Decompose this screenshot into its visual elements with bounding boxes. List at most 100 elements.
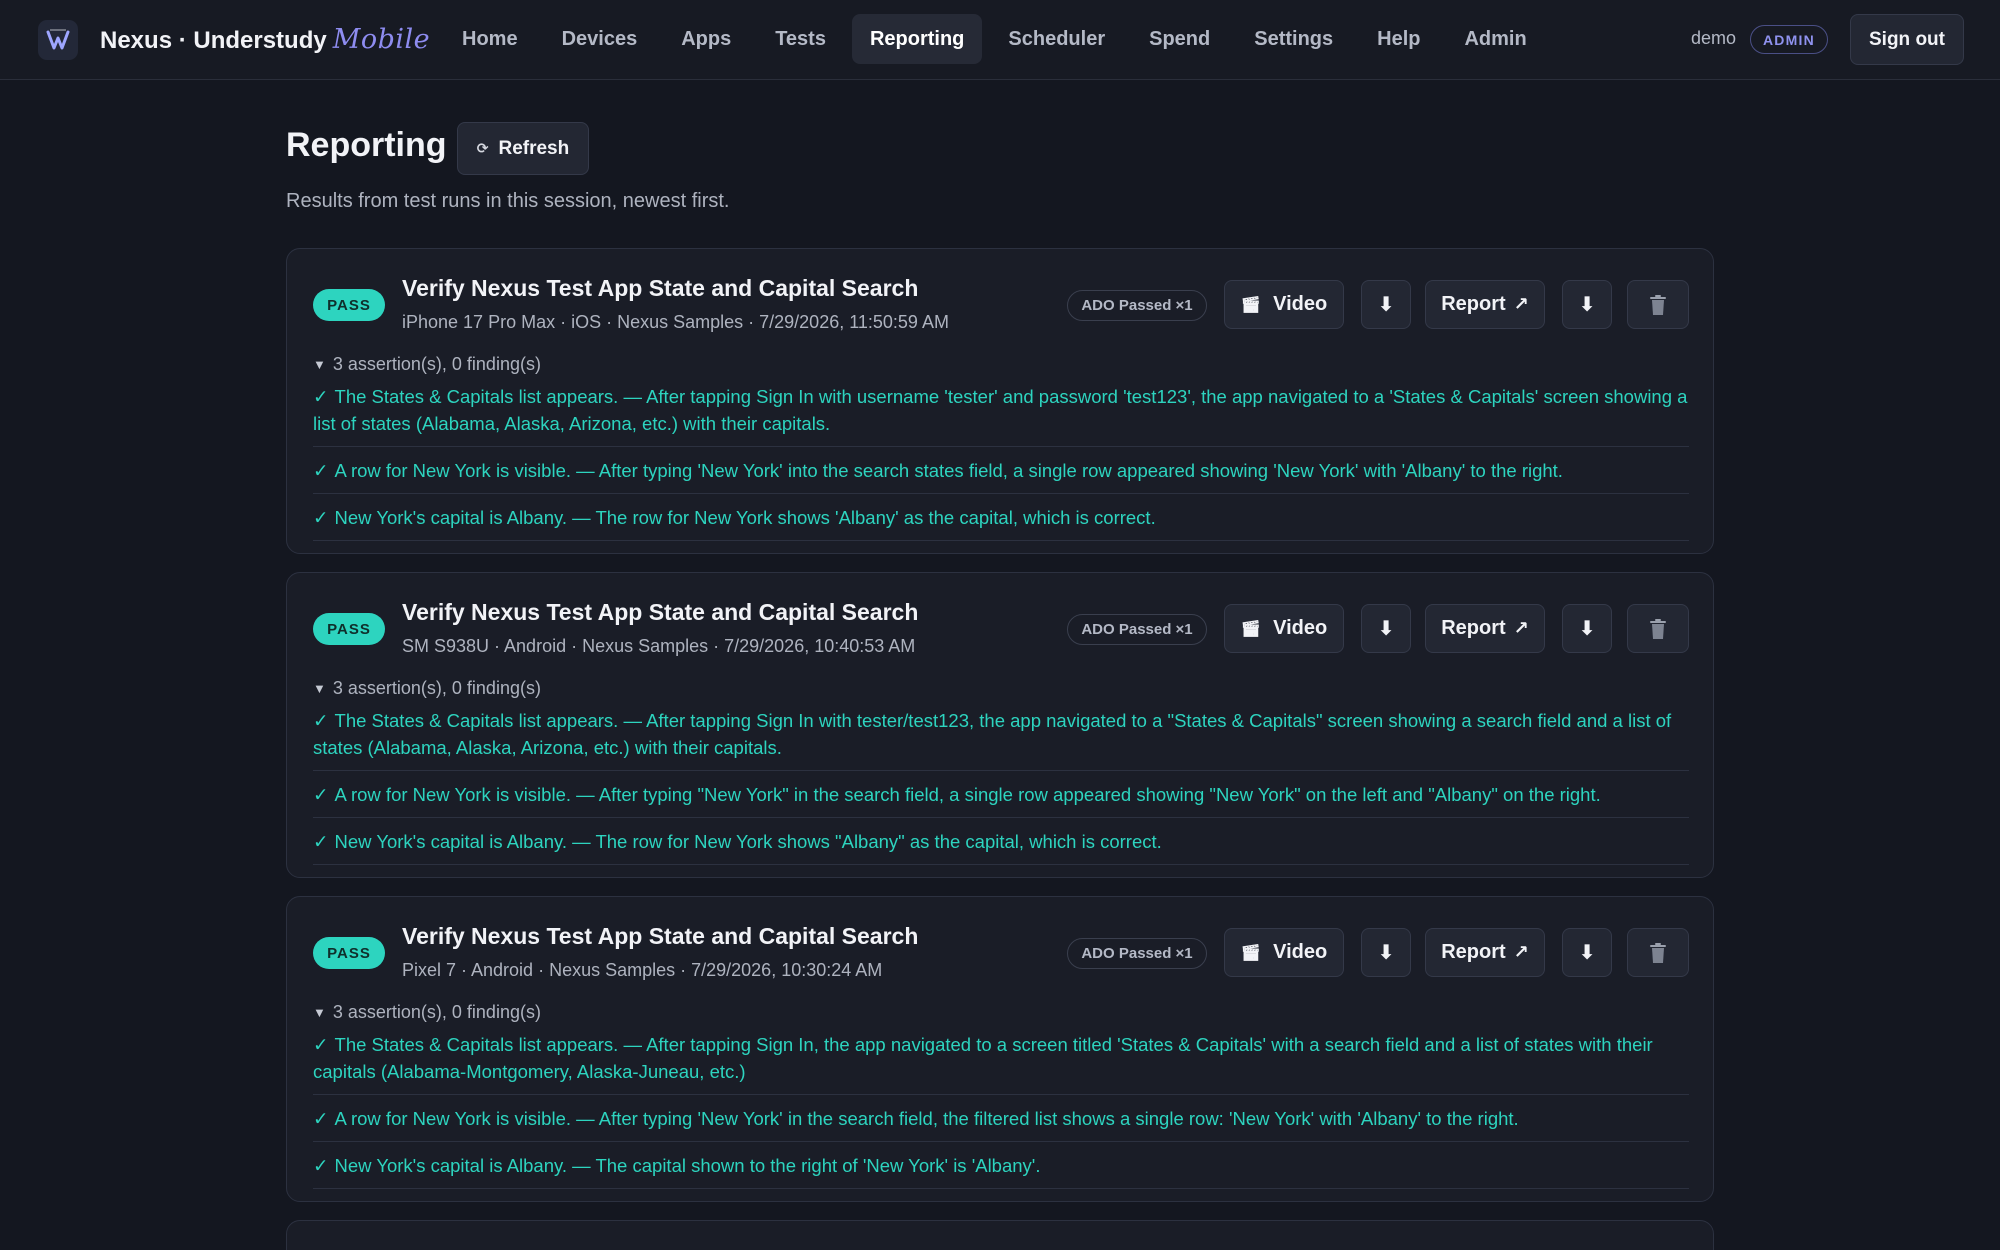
- download-icon: ⬇: [1377, 618, 1395, 640]
- assertion-summary-toggle[interactable]: ▼ 3 assertion(s), 0 finding(s): [313, 1002, 541, 1023]
- assertion-item: ✓ A row for New York is visible. — After …: [313, 447, 1689, 494]
- check-icon: ✓: [313, 460, 329, 481]
- trash-icon: [1650, 942, 1666, 963]
- result-title: Verify Nexus Test App State and Capital …: [402, 923, 919, 949]
- check-icon: ✓: [313, 386, 329, 407]
- check-icon: ✓: [313, 710, 329, 731]
- result-meta: SM S938U · Android · Nexus Samples · 7/2…: [402, 636, 916, 656]
- nav-link-tests[interactable]: Tests: [757, 14, 844, 64]
- nav-link-devices[interactable]: Devices: [544, 14, 656, 64]
- nav-link-reporting[interactable]: Reporting: [851, 14, 983, 64]
- nav-link-home[interactable]: Home: [444, 14, 536, 64]
- assertion-item: ✓ The States & Capitals list appears. — A…: [313, 1027, 1689, 1095]
- assertion-summary-toggle[interactable]: ▼ 3 assertion(s), 0 finding(s): [313, 678, 541, 699]
- clapperboard-icon: 🎬︎: [1240, 620, 1262, 638]
- download-video-button[interactable]: ⬇: [1361, 280, 1411, 329]
- check-icon: ✓: [313, 1155, 329, 1176]
- result-meta: Pixel 7 · Android · Nexus Samples · 7/29…: [402, 960, 883, 980]
- ado-badge: ADO Passed ×1: [1067, 614, 1207, 645]
- sign-out-button[interactable]: Sign out: [1850, 14, 1964, 65]
- check-icon: ✓: [313, 1034, 329, 1055]
- nav-links: Home Devices Apps Tests Reporting Schedu…: [444, 14, 1553, 64]
- top-nav: Nexus · Understudy Mobile Home Devices A…: [0, 0, 2000, 80]
- nav-link-help[interactable]: Help: [1359, 14, 1438, 64]
- video-button[interactable]: 🎬︎ Video: [1224, 928, 1344, 977]
- download-icon: ⬇: [1578, 942, 1596, 964]
- assertion-item: ✓ The States & Capitals list appears. — A…: [313, 379, 1689, 447]
- page-title: Reporting: [286, 126, 447, 164]
- status-badge: PASS: [313, 289, 385, 321]
- nav-link-admin[interactable]: Admin: [1446, 14, 1544, 64]
- video-label: Video: [1273, 293, 1328, 315]
- video-button[interactable]: 🎬︎ Video: [1224, 280, 1344, 329]
- nav-link-settings[interactable]: Settings: [1236, 14, 1351, 64]
- check-icon: ✓: [313, 1108, 329, 1129]
- trash-icon: [1650, 294, 1666, 315]
- report-label: Report: [1441, 617, 1506, 639]
- refresh-button[interactable]: ⟳ Refresh: [457, 122, 589, 175]
- result-card: PASS Verify Nexus Test App State and Cap…: [286, 248, 1714, 554]
- external-link-icon: ↗: [1513, 294, 1529, 314]
- assertion-list: ✓ The States & Capitals list appears. — A…: [313, 703, 1689, 865]
- download-report-button[interactable]: ⬇: [1562, 280, 1612, 329]
- brand-name: Nexus · Understudy: [100, 27, 327, 54]
- refresh-label: Refresh: [498, 137, 570, 159]
- assertion-list: ✓ The States & Capitals list appears. — A…: [313, 1027, 1689, 1189]
- status-badge: PASS: [313, 613, 385, 645]
- assertion-item: ✓ New York's capital is Albany. — The cap…: [313, 1142, 1689, 1189]
- app-logo-icon[interactable]: [38, 20, 78, 60]
- trash-icon: [1650, 618, 1666, 639]
- brand-accent: Mobile: [332, 24, 431, 55]
- download-icon: ⬇: [1377, 294, 1395, 316]
- download-video-button[interactable]: ⬇: [1361, 928, 1411, 977]
- delete-button[interactable]: [1627, 928, 1689, 977]
- report-label: Report: [1441, 941, 1506, 963]
- caret-down-icon: ▼: [313, 1005, 326, 1020]
- assertion-list: ✓ The States & Capitals list appears. — A…: [313, 379, 1689, 541]
- assertion-summary: 3 assertion(s), 0 finding(s): [332, 1002, 541, 1022]
- delete-button[interactable]: [1627, 280, 1689, 329]
- result-card: PASS Verify Nexus Test App State and Cap…: [286, 572, 1714, 878]
- download-report-button[interactable]: ⬇: [1562, 928, 1612, 977]
- ado-badge: ADO Passed ×1: [1067, 938, 1207, 969]
- download-icon: ⬇: [1578, 618, 1596, 640]
- check-icon: ✓: [313, 784, 329, 805]
- download-video-button[interactable]: ⬇: [1361, 604, 1411, 653]
- nav-link-apps[interactable]: Apps: [663, 14, 749, 64]
- brand-title[interactable]: Nexus · Understudy Mobile: [100, 24, 430, 56]
- delete-button[interactable]: [1627, 604, 1689, 653]
- role-badge: ADMIN: [1750, 25, 1828, 54]
- nav-link-spend[interactable]: Spend: [1131, 14, 1228, 64]
- check-icon: ✓: [313, 507, 329, 528]
- assertion-item: ✓ New York's capital is Albany. — The row…: [313, 818, 1689, 865]
- report-button[interactable]: Report ↗: [1425, 928, 1545, 977]
- external-link-icon: ↗: [1513, 618, 1529, 638]
- result-title: Verify Nexus Test App State and Capital …: [402, 599, 919, 625]
- status-badge: PASS: [313, 937, 385, 969]
- assertion-item: ✓ The States & Capitals list appears. — A…: [313, 703, 1689, 771]
- result-title: Verify Nexus Test App State and Capital …: [402, 275, 919, 301]
- assertion-item: ✓ New York's capital is Albany. — The row…: [313, 494, 1689, 541]
- nav-link-scheduler[interactable]: Scheduler: [990, 14, 1123, 64]
- result-card: PASS Verify Nexus Test App State and Cap…: [286, 896, 1714, 1202]
- video-button[interactable]: 🎬︎ Video: [1224, 604, 1344, 653]
- video-label: Video: [1273, 941, 1328, 963]
- result-card: [286, 1220, 1714, 1250]
- clapperboard-icon: 🎬︎: [1240, 296, 1262, 314]
- assertion-item: ✓ A row for New York is visible. — After …: [313, 1095, 1689, 1142]
- page-subtitle: Results from test runs in this session, …: [286, 190, 730, 212]
- check-icon: ✓: [313, 831, 329, 852]
- report-button[interactable]: Report ↗: [1425, 604, 1545, 653]
- external-link-icon: ↗: [1513, 942, 1529, 962]
- assertion-summary: 3 assertion(s), 0 finding(s): [332, 678, 541, 698]
- caret-down-icon: ▼: [313, 681, 326, 696]
- download-report-button[interactable]: ⬇: [1562, 604, 1612, 653]
- report-button[interactable]: Report ↗: [1425, 280, 1545, 329]
- ado-badge: ADO Passed ×1: [1067, 290, 1207, 321]
- caret-down-icon: ▼: [313, 357, 326, 372]
- assertion-summary-toggle[interactable]: ▼ 3 assertion(s), 0 finding(s): [313, 354, 541, 375]
- assertion-item: ✓ A row for New York is visible. — After …: [313, 771, 1689, 818]
- clapperboard-icon: 🎬︎: [1240, 944, 1262, 962]
- download-icon: ⬇: [1578, 294, 1596, 316]
- report-label: Report: [1441, 293, 1506, 315]
